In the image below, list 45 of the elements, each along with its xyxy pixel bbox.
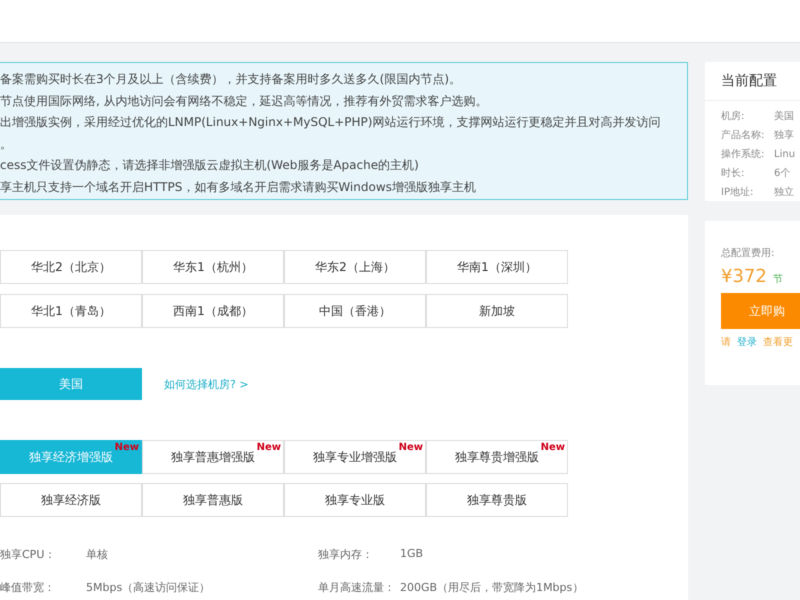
edition-option[interactable]: 独享普惠版 [142, 483, 284, 517]
region-option[interactable]: 中国（香港） [284, 294, 426, 328]
new-label: New [256, 442, 281, 453]
config-value: 美国 [774, 110, 794, 124]
spec-label: 独享CPU： [0, 547, 56, 562]
edition-option[interactable]: 独享经济版 [0, 483, 142, 517]
config-value: 独立 [774, 186, 794, 200]
notice-text: 节点使用国际网络, 从内地访问会有网络不稳定，延迟高等情况，推荐有外贸需求客户选购。 [0, 92, 489, 110]
region-option[interactable]: 华东1（杭州） [142, 250, 284, 284]
config-value: 6个 [774, 167, 790, 181]
region-option[interactable]: 华北1（青岛） [0, 294, 142, 328]
price-amount: ¥372 [721, 266, 767, 287]
config-label: 操作系统: [721, 148, 766, 162]
config-label: 机房: [721, 110, 746, 124]
config-value: Linu [774, 148, 796, 162]
edition-option[interactable]: 独享尊贵版 [426, 483, 568, 517]
new-label: New [114, 442, 139, 453]
region-option[interactable]: 华南1（深圳） [426, 250, 568, 284]
notice-text: 享主机只支持一个域名开启HTTPS，如有多域名开启需求请购买Windows增强版独享主机 [0, 178, 477, 196]
spec-value: 200GB（用尽后，带宽降为1Mbps） [400, 580, 584, 595]
spec-label: 独享内存： [318, 547, 374, 562]
edition-option[interactable]: 独享专业版 [284, 483, 426, 517]
login-prefix: 请 [721, 336, 731, 349]
spec-value: 5Mbps（高速访问保证） [86, 580, 210, 595]
new-label: New [398, 442, 423, 453]
config-label: IP地址: [721, 186, 754, 200]
spec-value: 1GB [400, 547, 424, 562]
region-option[interactable]: 西南1（成都） [142, 294, 284, 328]
new-label: New [540, 442, 565, 453]
notice-text: cess文件设置伪静态，请选择非增强版云虚拟主机(Web服务是Apache的主机) [0, 157, 420, 174]
notice-text: 出增强版实例，采用经过优化的LNMP(Linux+Nginx+MySQL+PHP)网站运行环境，支撑网站运行更稳定并且对高并发访问 [0, 114, 662, 132]
config-label: 产品名称: [721, 128, 766, 143]
spec-label: 单月高速流量： [318, 580, 396, 595]
notice-text: 。 [0, 136, 13, 153]
price-label: 总配置费用: [721, 246, 776, 260]
spec-label: 峰值带宽： [0, 580, 56, 595]
config-label: 时长: [721, 166, 746, 181]
config-title: 当前配置 [705, 62, 800, 101]
region-option[interactable]: 华北2（北京） [0, 250, 142, 284]
config-value: 独享 [774, 128, 794, 143]
saving-text: 节 [772, 272, 783, 286]
region-option[interactable]: 新加坡 [426, 294, 568, 328]
region-option[interactable]: 华东2（上海） [284, 250, 426, 284]
spec-value: 单核 [86, 547, 108, 562]
notice-text: 备案需购买时长在3个月及以上（含续费），并支持备案用时多久送多久(限国内节点)。 [0, 71, 462, 88]
